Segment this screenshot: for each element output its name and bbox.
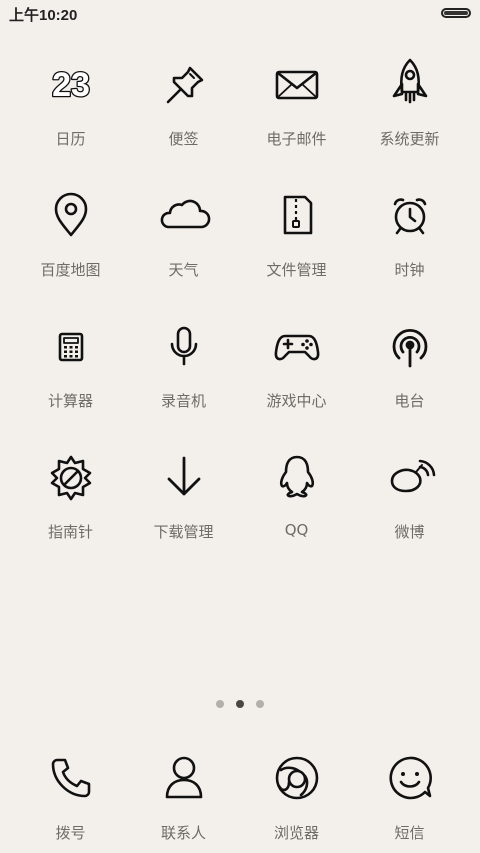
calendar-date-number: 23 [52,66,90,104]
app-label: 电子邮件 [266,130,327,148]
app-download-manager[interactable]: 下载管理 [127,445,240,576]
cloud-icon [152,183,216,247]
rocket-icon [378,52,442,116]
app-calculator[interactable]: 计算器 [14,314,127,445]
app-label: 时钟 [394,261,425,279]
download-arrow-icon [152,445,216,509]
page-dot-1[interactable] [216,700,224,708]
app-label: 浏览器 [273,824,319,842]
app-baidu-map[interactable]: 百度地图 [14,183,127,314]
person-icon [152,746,216,810]
app-weibo[interactable]: 微博 [353,445,466,576]
compass-icon [39,445,103,509]
pin-icon [152,52,216,116]
envelope-icon [265,52,329,116]
app-compass[interactable]: 指南针 [14,445,127,576]
app-label: 百度地图 [40,261,101,279]
calendar-icon: 23 [39,52,103,116]
phone-icon [39,746,103,810]
app-label: 文件管理 [266,261,327,279]
app-weather[interactable]: 天气 [127,183,240,314]
app-game-center[interactable]: 游戏中心 [240,314,353,445]
app-label: 电台 [394,392,425,410]
app-label: 联系人 [160,824,206,842]
app-system-update[interactable]: 系统更新 [353,52,466,183]
app-notes[interactable]: 便签 [127,52,240,183]
app-radio[interactable]: 电台 [353,314,466,445]
calculator-icon [39,314,103,378]
gamepad-icon [265,314,329,378]
app-phone[interactable]: 拨号 [14,746,127,843]
app-label: 便签 [168,130,199,148]
app-messages[interactable]: 短信 [353,746,466,843]
radio-icon [378,314,442,378]
app-clock[interactable]: 时钟 [353,183,466,314]
page-indicator[interactable] [0,700,480,708]
app-qq[interactable]: QQ [240,445,353,576]
app-file-manager[interactable]: 文件管理 [240,183,353,314]
app-label: 系统更新 [379,130,440,148]
app-recorder[interactable]: 录音机 [127,314,240,445]
app-contacts[interactable]: 联系人 [127,746,240,843]
status-time: 上午10:20 [9,7,78,24]
app-browser[interactable]: 浏览器 [240,746,353,843]
dock: 拨号 联系人 浏览器 短信 [14,746,466,843]
zip-file-icon [265,183,329,247]
app-label: 短信 [394,824,425,842]
smiley-chat-icon [378,746,442,810]
app-label: 游戏中心 [266,392,327,410]
app-label: 微博 [394,523,425,541]
page-dot-2[interactable] [236,700,244,708]
app-label: 计算器 [47,392,93,410]
app-label: 天气 [168,261,199,279]
page-dot-3[interactable] [256,700,264,708]
penguin-icon [265,445,329,509]
app-email[interactable]: 电子邮件 [240,52,353,183]
weibo-icon [378,445,442,509]
browser-icon [265,746,329,810]
microphone-icon [152,314,216,378]
app-grid: 23 日历 便签 电子邮件 系统更新 百度地图 天气 文件管理 时钟 计算器 录… [14,52,466,576]
app-label: QQ [284,521,309,539]
alarm-clock-icon [378,183,442,247]
status-bar: 上午10:20 [0,0,480,28]
app-label: 指南针 [47,523,93,541]
app-label: 下载管理 [153,523,214,541]
map-pin-icon [39,183,103,247]
battery-level [444,11,468,15]
app-label: 拨号 [55,824,86,842]
battery-icon [441,8,471,18]
app-calendar[interactable]: 23 日历 [14,52,127,183]
app-label: 日历 [55,130,86,148]
app-label: 录音机 [160,392,206,410]
